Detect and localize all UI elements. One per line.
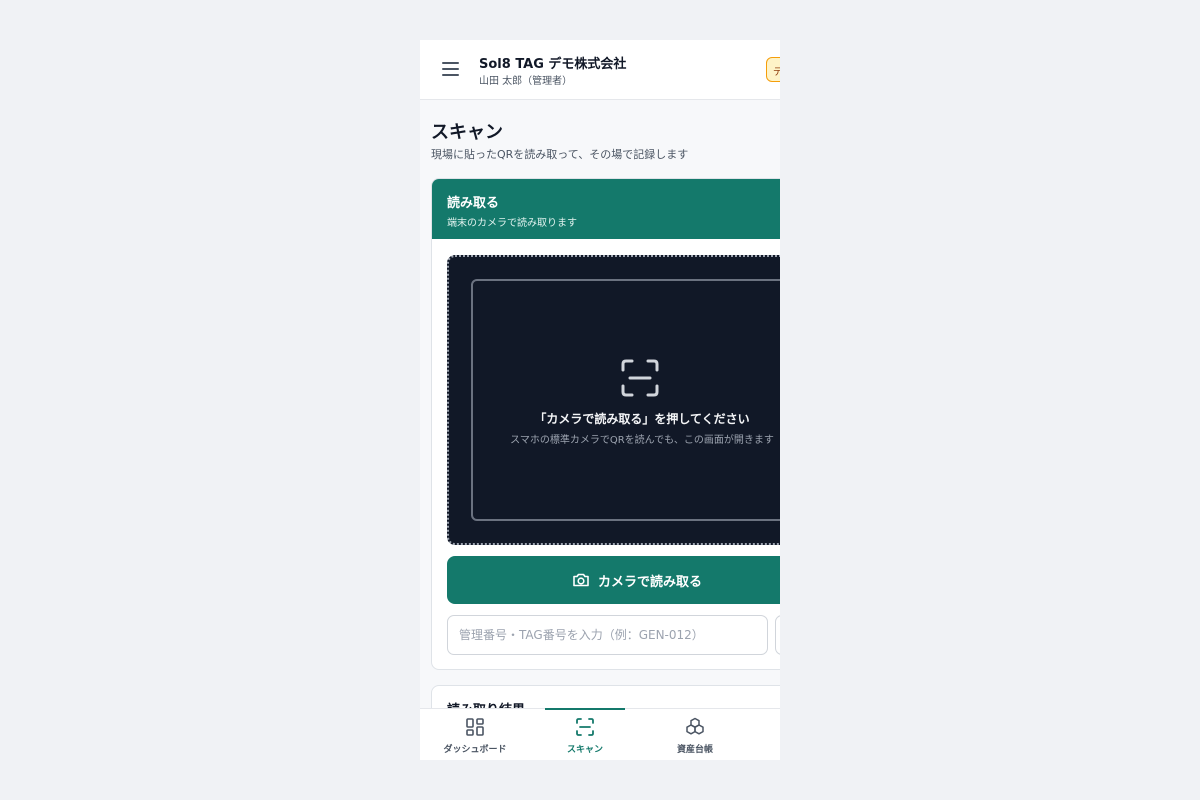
demo-badge: デモ <box>766 57 780 82</box>
scan-icon <box>621 359 659 397</box>
code-search-input[interactable] <box>447 615 768 655</box>
nav-item-scan[interactable]: スキャン <box>530 708 640 760</box>
org-name: Sol8 TAG デモ株式会社 <box>479 57 627 72</box>
search-button[interactable] <box>775 615 780 655</box>
app-header: Sol8 TAG デモ株式会社 山田 太郎（管理者） デモ <box>420 40 780 100</box>
viewer-hint: スマホの標準カメラでQRを読んでも、この画面が開きます <box>510 435 774 446</box>
menu-icon[interactable] <box>440 58 462 80</box>
page-subtitle: 現場に貼ったQRを読み取って、その場で記録します <box>431 148 689 161</box>
user-name: 山田 太郎（管理者） <box>479 76 573 87</box>
nav-label-scan: スキャン <box>566 745 603 755</box>
viewer-instruction: 「カメラで読み取る」を押してください <box>534 412 750 426</box>
nav-item-dashboard[interactable]: ダッシュボード <box>420 709 530 760</box>
scan-card-title: 読み取る <box>447 196 500 211</box>
camera-viewer[interactable]: 「カメラで読み取る」を押してください スマホの標準カメラでQRを読んでも、この画… <box>447 255 780 545</box>
scan-card-subtitle: 端末のカメラで読み取ります <box>447 218 577 229</box>
nav-label-assets: 資産台帳 <box>676 745 713 755</box>
scan-card-header: 読み取る 端末のカメラで読み取ります <box>432 179 780 239</box>
page-title: スキャン <box>431 122 503 143</box>
nav-item-assets[interactable]: 資産台帳 <box>640 709 750 760</box>
bottom-nav: ダッシュボード スキャン 資産台帳 <box>420 708 780 760</box>
scan-frame <box>471 279 780 521</box>
nav-label-dashboard: ダッシュボード <box>443 745 507 755</box>
camera-scan-label: カメラで読み取る <box>598 575 703 590</box>
scan-card: 読み取る 端末のカメラで読み取ります 「カメラで読み取る」を押してください スマ… <box>431 178 780 670</box>
camera-scan-button[interactable]: カメラで読み取る <box>447 556 780 604</box>
dashboard-icon <box>466 718 484 736</box>
scan-icon <box>576 718 594 736</box>
app-screen: Sol8 TAG デモ株式会社 山田 太郎（管理者） デモ スキャン 現場に貼っ… <box>420 40 780 760</box>
cubes-icon <box>686 717 704 735</box>
camera-icon <box>573 573 589 587</box>
